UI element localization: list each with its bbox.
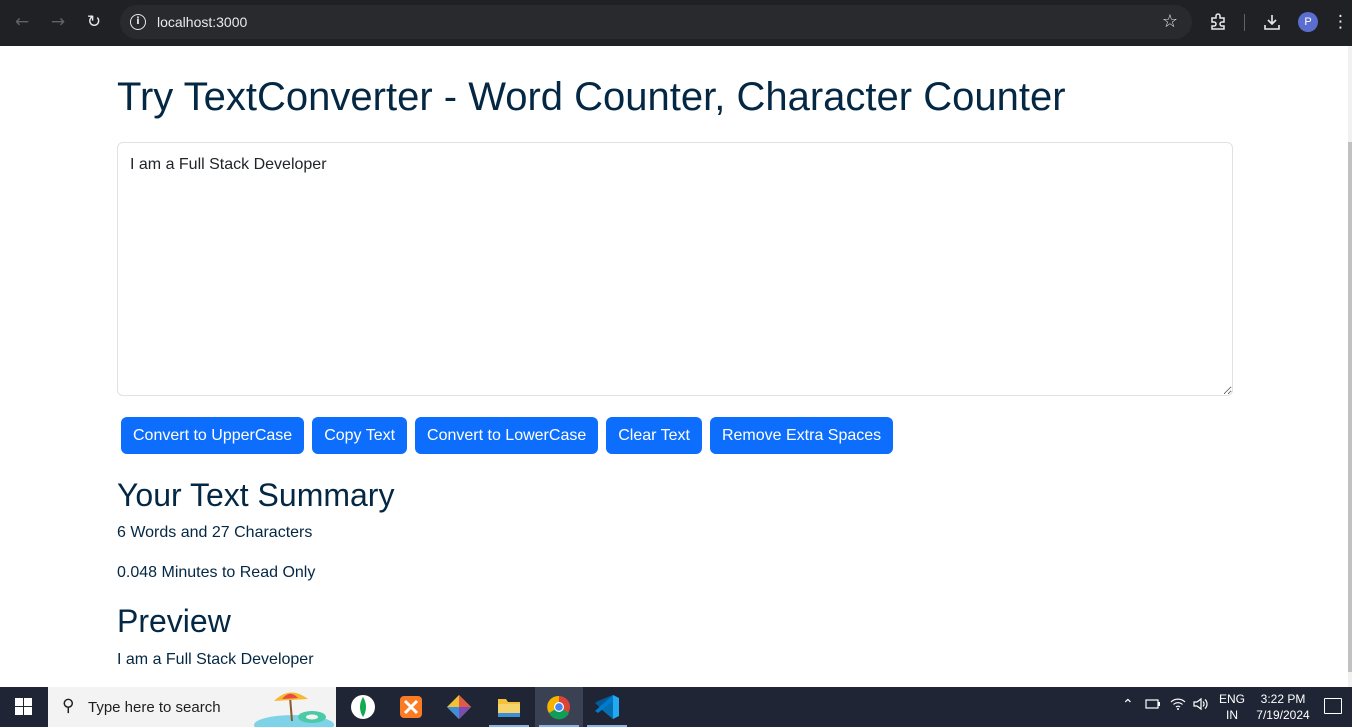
clear-text-button[interactable]: Clear Text [606, 417, 702, 454]
remove-extra-spaces-button[interactable]: Remove Extra Spaces [709, 417, 894, 454]
word-char-count: 6 Words and 27 Characters [117, 524, 313, 541]
scrollbar-thumb[interactable] [1348, 142, 1352, 672]
profile-avatar[interactable]: P [1298, 12, 1318, 32]
volume-icon[interactable] [1192, 697, 1210, 715]
page-viewport: Try TextConverter - Word Counter, Charac… [0, 46, 1348, 687]
windows-start-icon[interactable] [0, 687, 48, 727]
file-explorer-icon[interactable] [485, 687, 533, 727]
mongodb-compass-icon[interactable] [339, 687, 387, 727]
wifi-icon[interactable] [1170, 697, 1186, 715]
clock-date: 7/19/2024 [1256, 708, 1310, 722]
action-buttons: Convert to UpperCase Copy Text Convert t… [121, 417, 894, 454]
menu-kebab-icon[interactable]: ⋮ [1332, 10, 1349, 34]
downloads-icon[interactable] [1260, 10, 1284, 34]
clock-time: 3:22 PM [1260, 692, 1306, 706]
page-scrollbar[interactable] [1348, 46, 1352, 687]
search-highlight-illustration-icon [254, 692, 334, 727]
xampp-icon[interactable] [387, 687, 435, 727]
git-icon[interactable] [435, 687, 483, 727]
chrome-icon[interactable] [535, 687, 583, 727]
preview-text: I am a Full Stack Developer [117, 651, 314, 668]
lowercase-button[interactable]: Convert to LowerCase [415, 417, 599, 454]
input-language-indicator[interactable]: ENG IN [1218, 691, 1246, 723]
uppercase-button[interactable]: Convert to UpperCase [121, 417, 305, 454]
reload-icon[interactable]: ↻ [83, 11, 105, 33]
summary-heading: Your Text Summary [117, 477, 395, 513]
page-title: Try TextConverter - Word Counter, Charac… [117, 75, 1066, 119]
taskbar-search-box[interactable]: ⚲ Type here to search [48, 687, 336, 727]
language-code: ENG [1218, 692, 1245, 706]
bookmark-star-icon[interactable]: ☆ [1162, 11, 1178, 32]
extensions-puzzle-icon[interactable] [1206, 10, 1230, 34]
vscode-icon[interactable] [583, 687, 631, 727]
site-info-icon[interactable]: i [130, 14, 146, 30]
toolbar-divider [1244, 14, 1245, 31]
preview-heading: Preview [117, 603, 231, 639]
search-icon: ⚲ [62, 696, 75, 716]
address-bar[interactable]: i localhost:3000 ☆ [120, 5, 1192, 39]
url-text[interactable]: localhost:3000 [157, 14, 247, 30]
text-input-area[interactable] [117, 142, 1233, 396]
region-code: IN [1226, 708, 1238, 722]
back-arrow-icon[interactable]: ← [11, 11, 33, 33]
battery-icon[interactable] [1145, 697, 1161, 715]
chevron-up-icon[interactable]: ⌃ [1122, 697, 1134, 713]
notification-center-icon[interactable] [1324, 698, 1342, 714]
system-clock[interactable]: 3:22 PM 7/19/2024 [1252, 691, 1314, 723]
forward-arrow-icon[interactable]: → [47, 11, 69, 33]
read-time: 0.048 Minutes to Read Only [117, 564, 316, 581]
windows-taskbar: ⚲ Type here to search ⌃ ENG IN 3:22 PM 7… [0, 687, 1352, 727]
browser-toolbar: ← → ↻ i localhost:3000 ☆ P ⋮ [0, 0, 1352, 46]
search-placeholder: Type here to search [88, 699, 221, 716]
copy-text-button[interactable]: Copy Text [312, 417, 408, 454]
